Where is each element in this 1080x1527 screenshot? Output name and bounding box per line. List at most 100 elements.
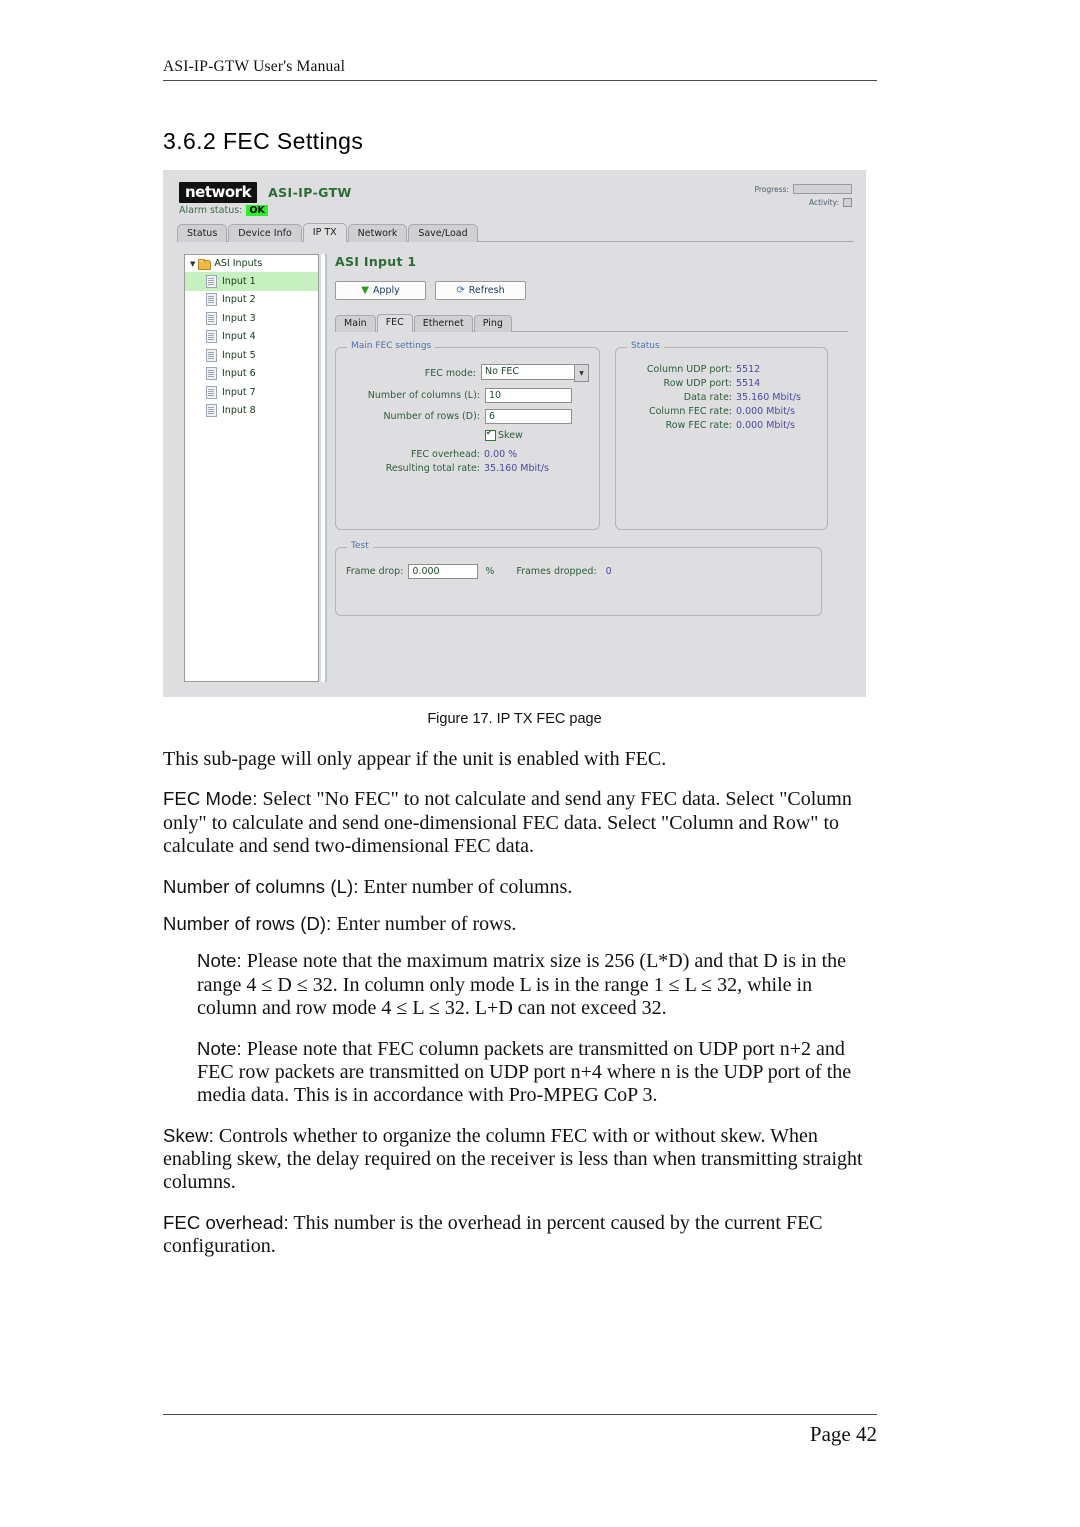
tab-status[interactable]: Status — [177, 224, 228, 242]
paragraph-lead: Note: — [197, 1037, 242, 1059]
rows-input[interactable]: 6 — [485, 409, 572, 424]
fec-mode-label: FEC mode: — [424, 367, 476, 379]
data-rate-label: Data rate: — [683, 392, 732, 403]
action-button-row: ▼ Apply ⟳ Refresh — [335, 281, 848, 300]
fec-mode-value: No FEC — [481, 364, 574, 380]
subtab-main[interactable]: Main — [335, 315, 376, 332]
test-group: Test Frame drop: 0.000 % Frames dropped:… — [335, 541, 822, 616]
activity-row: Activity: — [754, 198, 852, 207]
paragraph-text: Please note that the maximum matrix size… — [197, 950, 847, 1020]
row-fec-rate-value: 0.000 Mbit/s — [736, 420, 795, 431]
fec-overhead-row: FEC overhead: 0.00 % — [346, 449, 589, 460]
tab-device-info[interactable]: Device Info — [228, 224, 302, 242]
tab-save-load[interactable]: Save/Load — [408, 224, 478, 242]
data-rate-value: 35.160 Mbit/s — [736, 392, 802, 403]
tree-root-asi-inputs[interactable]: ▼ ASI Inputs — [185, 255, 318, 272]
main-fec-legend: Main FEC settings — [347, 341, 436, 351]
document-icon — [206, 330, 217, 344]
paragraph-lead: FEC overhead: — [163, 1211, 289, 1233]
test-legend: Test — [347, 541, 373, 551]
tab-network[interactable]: Network — [347, 224, 408, 242]
document-icon — [206, 348, 217, 362]
tree-item-label: Input 1 — [222, 275, 256, 287]
status-row: Row FEC rate: 0.000 Mbit/s — [626, 420, 817, 431]
activity-label: Activity: — [808, 198, 839, 207]
device-name: ASI-IP-GTW — [268, 185, 352, 200]
subtab-ping[interactable]: Ping — [473, 315, 512, 332]
columns-label: Number of columns (L): — [367, 390, 480, 401]
tree-item-input-3[interactable]: Input 3 — [185, 309, 318, 328]
status-row: Column UDP port: 5512 — [626, 364, 817, 375]
subtab-ethernet[interactable]: Ethernet — [413, 315, 473, 332]
input-tree-panel: ▼ ASI Inputs Input 1 Input 2 Input 3 Inp… — [184, 254, 319, 682]
tree-item-input-8[interactable]: Input 8 — [185, 402, 318, 421]
subtab-fec[interactable]: FEC — [376, 314, 413, 332]
document-icon — [206, 311, 217, 325]
total-rate-row: Resulting total rate: 35.160 Mbit/s — [346, 463, 589, 474]
figure-caption: Figure 17. IP TX FEC page — [427, 711, 602, 727]
column-udp-port-value: 5512 — [736, 364, 761, 375]
network-logo: network — [179, 182, 258, 203]
row-udp-port-value: 5514 — [736, 378, 761, 389]
paragraph-note-2: Note: Please note that FEC column packet… — [197, 1038, 877, 1108]
content-title: ASI Input 1 — [335, 254, 417, 269]
paragraph-lead: Number of rows (D): — [163, 912, 332, 934]
paragraph-skew: Skew: Controls whether to organize the c… — [163, 1125, 877, 1195]
chevron-down-icon[interactable]: ▼ — [190, 260, 195, 268]
document-icon — [206, 293, 217, 307]
tree-item-input-2[interactable]: Input 2 — [185, 291, 318, 310]
brand-row: network ASI-IP-GTW — [179, 182, 352, 203]
paragraph-text: Enter number of rows. — [331, 912, 517, 935]
tree-item-input-5[interactable]: Input 5 — [185, 346, 318, 365]
frame-drop-row: Frame drop: 0.000 % Frames dropped: 0 — [346, 564, 811, 579]
tree-item-label: Input 3 — [222, 312, 256, 324]
total-rate-label: Resulting total rate: — [385, 463, 480, 474]
frames-dropped-label: Frames dropped: — [516, 566, 597, 577]
status-row: Data rate: 35.160 Mbit/s — [626, 392, 817, 403]
page-number: Page 42 — [809, 1422, 877, 1446]
columns-input[interactable]: 10 — [485, 388, 572, 403]
tree-item-label: Input 6 — [222, 368, 256, 380]
refresh-button-label: Refresh — [468, 285, 505, 296]
tree-item-label: Input 4 — [222, 331, 256, 343]
chevron-down-icon[interactable]: ▼ — [574, 364, 589, 382]
folder-icon — [198, 259, 212, 270]
tree-item-input-7[interactable]: Input 7 — [185, 383, 318, 402]
paragraph-note-1: Note: Please note that the maximum matri… — [197, 950, 877, 1020]
status-group: Status Column UDP port: 5512 Row UDP por… — [615, 341, 828, 530]
progress-bar — [793, 184, 852, 194]
tree-item-input-1[interactable]: Input 1 — [185, 272, 318, 291]
document-icon — [206, 404, 217, 418]
alarm-status-badge: OK — [246, 205, 268, 216]
section-title: 3.6.2 FEC Settings — [163, 128, 364, 154]
tree-item-label: Input 8 — [222, 405, 256, 417]
fec-mode-row: FEC mode: No FEC ▼ — [346, 364, 589, 382]
skew-row[interactable]: Skew — [485, 428, 589, 441]
header-rule — [163, 80, 877, 81]
document-icon — [206, 274, 217, 288]
apply-button[interactable]: ▼ Apply — [335, 281, 426, 300]
refresh-button[interactable]: ⟳ Refresh — [435, 281, 526, 300]
tree-item-label: Input 2 — [222, 294, 256, 306]
frame-drop-input[interactable]: 0.000 — [408, 564, 479, 579]
frames-dropped-value: 0 — [605, 566, 612, 577]
alarm-status: Alarm status: OK — [179, 205, 268, 216]
panel-splitter[interactable] — [319, 254, 328, 682]
tree-item-input-6[interactable]: Input 6 — [185, 365, 318, 384]
apply-check-icon: ▼ — [361, 284, 369, 296]
settings-row: Main FEC settings FEC mode: No FEC ▼ Num… — [335, 341, 848, 530]
row-udp-port-label: Row UDP port: — [663, 378, 732, 389]
status-row: Row UDP port: 5514 — [626, 378, 817, 389]
alarm-status-label: Alarm status: — [179, 205, 243, 216]
paragraph-fec-mode: FEC Mode: Select "No FEC" to not calcula… — [163, 788, 877, 858]
tree-root-label: ASI Inputs — [214, 258, 263, 269]
row-fec-rate-label: Row FEC rate: — [665, 420, 732, 431]
skew-label: Skew — [498, 430, 523, 441]
body-copy: This sub-page will only appear if the un… — [163, 748, 877, 1276]
tree-item-input-4[interactable]: Input 4 — [185, 328, 318, 347]
tab-ip-tx[interactable]: IP TX — [302, 223, 347, 242]
skew-checkbox[interactable] — [485, 428, 496, 441]
rows-label: Number of rows (D): — [383, 411, 480, 422]
column-udp-port-label: Column UDP port: — [646, 364, 732, 375]
fec-mode-select[interactable]: No FEC ▼ — [481, 364, 589, 382]
